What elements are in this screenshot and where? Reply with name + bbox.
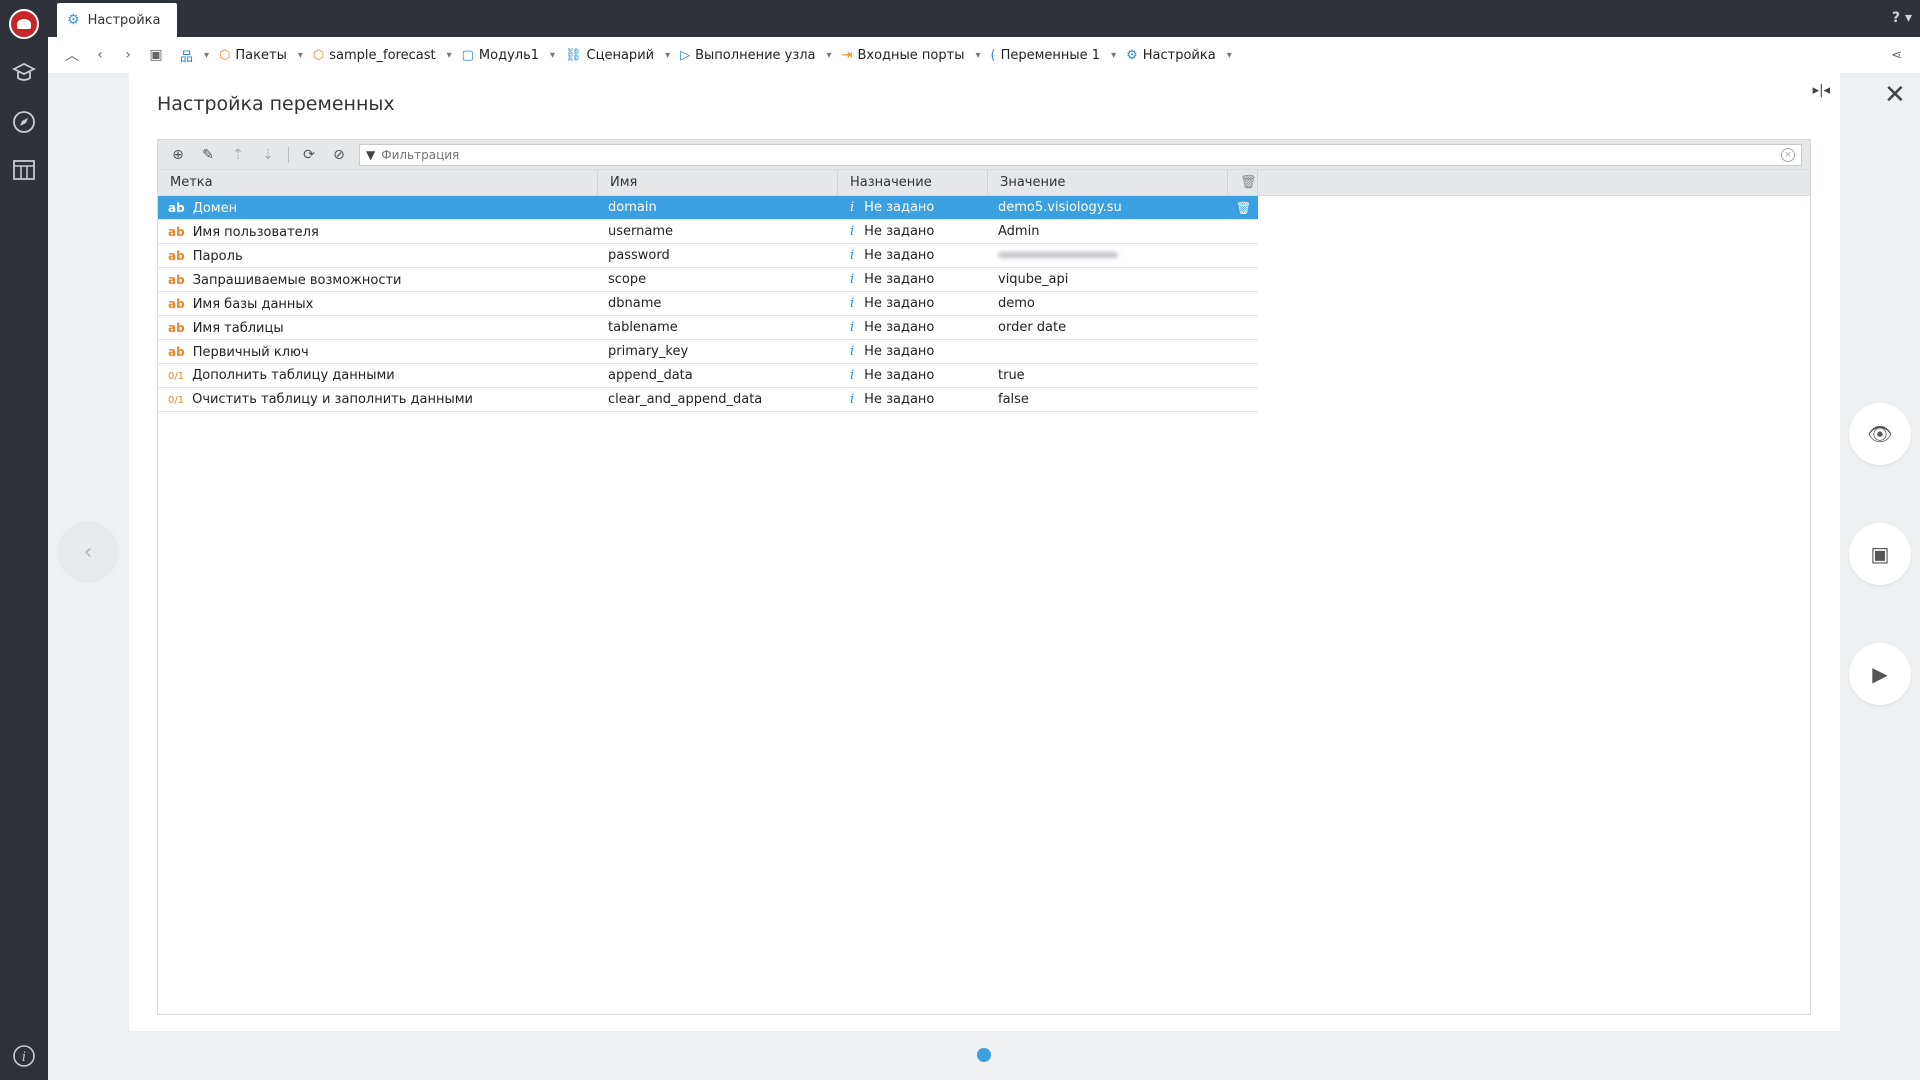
filter-input[interactable] [381, 147, 1673, 162]
column-header-value[interactable]: Значение [988, 169, 1228, 196]
save-button[interactable]: ▣ [1849, 523, 1911, 585]
masked-password-value[interactable] [988, 244, 1228, 268]
tab-label: Настройка [87, 12, 161, 28]
settings-panel: Настройка переменных ▸|◂ ⊕ ✎ ⇡ ⇣ ⟳ ⊘ ▼ ×… [129, 73, 1840, 1031]
variables-grid: ⊕ ✎ ⇡ ⇣ ⟳ ⊘ ▼ × Метка Имя Назначение Зна… [157, 139, 1811, 1015]
svg-text:i: i [22, 1050, 26, 1065]
app-logo[interactable] [9, 9, 39, 39]
table-row[interactable]: 0/1 Дополнить таблицу данными append_data… [158, 364, 1258, 388]
table-row[interactable]: ab Имя базы данных dbname i Не задано demo [158, 292, 1258, 316]
toolbar-divider [288, 146, 289, 163]
boolean-type-icon: 0/1 [168, 394, 185, 406]
breadcrumb-tree[interactable]: 品 ▾ [180, 46, 209, 65]
info-icon[interactable]: i [850, 296, 854, 311]
refresh-icon[interactable]: ⟳ [299, 145, 319, 165]
table-header: Метка Имя Назначение Значение 🗑 [158, 169, 1810, 196]
info-icon[interactable]: i [850, 368, 854, 383]
split-view-icon[interactable]: ▸|◂ [1813, 83, 1830, 98]
string-type-icon: ab [168, 320, 185, 335]
save-icon: ▣ [1870, 542, 1890, 566]
delete-row-icon[interactable]: 🗑 [1228, 196, 1251, 220]
filter-field[interactable]: ▼ × [359, 143, 1802, 166]
compass-icon[interactable] [10, 108, 38, 136]
add-icon[interactable]: ⊕ [168, 145, 188, 165]
filter-icon: ▼ [366, 147, 376, 162]
gear-icon: ⚙ [1126, 47, 1138, 63]
info-icon[interactable]: i [10, 1042, 38, 1070]
move-up-icon[interactable]: ⇡ [228, 145, 248, 165]
clear-filter-icon[interactable]: × [1781, 147, 1795, 162]
boolean-type-icon: 0/1 [168, 370, 185, 382]
preview-button[interactable]: 👁 [1849, 403, 1911, 465]
breadcrumb: ︿ ‹ › ▣ 品 ▾ ⬡ Пакеты ▾ ⬡ sample_forecast ▾ ▢ М… [48, 37, 1920, 73]
tree-icon: 品 [180, 49, 194, 65]
run-icon: ▷ [680, 47, 691, 63]
tab-settings[interactable]: ⚙ Настройка [57, 3, 177, 37]
variables-icon: ( [990, 47, 996, 63]
input-ports-icon: ⇥ [841, 47, 853, 63]
breadcrumb-item-module[interactable]: ▢ Модуль1 ▾ [462, 48, 555, 63]
table-row[interactable]: ab Домен domain i Не задано demo5.visiolog… [158, 196, 1258, 220]
learning-icon[interactable] [10, 58, 38, 86]
top-bar: ⚙ Настройка ? ▾ [48, 0, 1920, 37]
page-indicator[interactable] [977, 1048, 991, 1062]
left-sidebar: i [0, 0, 48, 1080]
table-row[interactable]: ab Имя таблицы tablename i Не задано order… [158, 316, 1258, 340]
close-icon[interactable]: ✕ [1884, 80, 1906, 110]
string-type-icon: ab [168, 200, 185, 215]
package-icon: ⬡ [312, 47, 325, 63]
module-icon: ▢ [461, 47, 474, 63]
info-icon[interactable]: i [850, 392, 854, 407]
table-row[interactable]: ab Пароль password i Не задано [158, 244, 1258, 268]
up-button[interactable]: ︿ [58, 45, 86, 65]
edit-icon[interactable]: ✎ [198, 145, 218, 165]
string-type-icon: ab [168, 296, 185, 311]
table-body: ab Домен domain i Не задано demo5.visiolog… [158, 196, 1810, 412]
info-icon[interactable]: i [850, 200, 854, 215]
delete-all-icon[interactable]: 🗑 [1228, 169, 1258, 196]
refresh-off-icon[interactable]: ⊘ [329, 145, 349, 165]
breadcrumb-item-input-ports[interactable]: ⇥ Входные порты ▾ [842, 48, 981, 63]
play-icon: ▶ [1872, 662, 1888, 686]
string-type-icon: ab [168, 248, 185, 263]
table-view-icon[interactable] [10, 156, 38, 184]
breadcrumb-item-packages[interactable]: ⬡ Пакеты ▾ [219, 48, 303, 63]
help-icon[interactable]: ? ▾ [1892, 10, 1912, 26]
password-mask [998, 252, 1118, 258]
share-icon[interactable]: ⋖ [1891, 48, 1902, 63]
info-icon[interactable]: i [850, 320, 854, 335]
string-type-icon: ab [168, 272, 185, 287]
back-button[interactable]: ‹ [86, 47, 114, 63]
table-row[interactable]: 0/1 Очистить таблицу и заполнить данными … [158, 388, 1258, 412]
breadcrumb-item-variables[interactable]: (Переменные 1 ▾ [991, 48, 1117, 63]
table-row[interactable]: ab Первичный ключ primary_key i Не задано [158, 340, 1258, 364]
info-icon[interactable]: i [850, 248, 854, 263]
info-icon[interactable]: i [850, 344, 854, 359]
page-title: Настройка переменных [157, 93, 395, 115]
package-icon: ⬡ [219, 47, 231, 63]
table-row[interactable]: ab Запрашиваемые возможности scope i Не за… [158, 268, 1258, 292]
breadcrumb-item-settings[interactable]: ⚙ Настройка ▾ [1126, 48, 1232, 63]
grid-toolbar: ⊕ ✎ ⇡ ⇣ ⟳ ⊘ ▼ × [158, 140, 1810, 170]
save-icon[interactable]: ▣ [142, 47, 170, 63]
forward-button[interactable]: › [114, 47, 142, 63]
breadcrumb-item-scenario[interactable]: ⛓ Сценарий ▾ [565, 48, 670, 63]
table-row[interactable]: ab Имя пользователя username i Не задано A… [158, 220, 1258, 244]
breadcrumb-item-sample-forecast[interactable]: ⬡ sample_forecast ▾ [313, 48, 452, 63]
string-type-icon: ab [168, 344, 185, 359]
info-icon[interactable]: i [850, 224, 854, 239]
column-header-purpose[interactable]: Назначение [838, 169, 988, 196]
column-header-label[interactable]: Метка [158, 169, 598, 196]
string-type-icon: ab [168, 224, 185, 239]
move-down-icon[interactable]: ⇣ [258, 145, 278, 165]
info-icon[interactable]: i [850, 272, 854, 287]
gear-icon: ⚙ [67, 12, 80, 28]
next-step-button[interactable]: ▶ [1849, 643, 1911, 705]
previous-step-button[interactable]: ‹ [57, 521, 119, 583]
scenario-icon: ⛓ [565, 47, 582, 63]
column-header-name[interactable]: Имя [598, 169, 838, 196]
breadcrumb-item-node-run[interactable]: ▷ Выполнение узла ▾ [680, 48, 831, 63]
eye-icon: 👁 [1867, 422, 1893, 446]
